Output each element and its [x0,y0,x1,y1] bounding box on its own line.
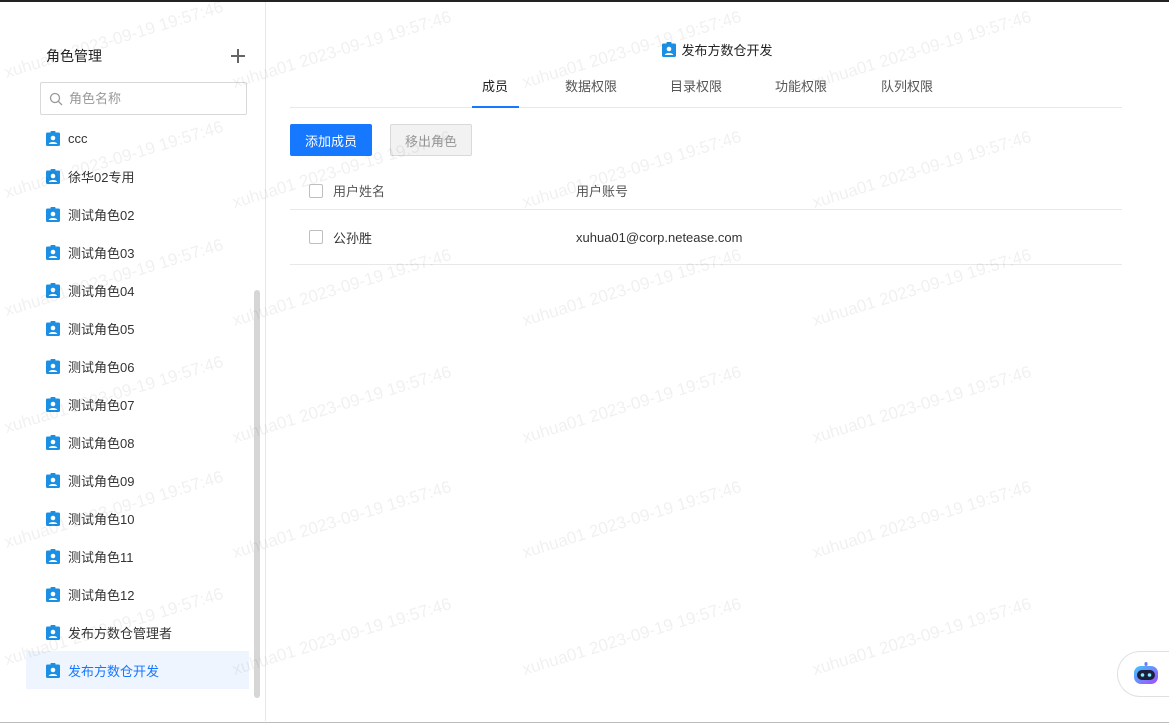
sidebar-item-label: 发布方数仓开发 [68,663,160,679]
sidebar-item-label: 测试角色09 [68,473,135,489]
active-tab-indicator [472,106,519,108]
tab-data-permission[interactable]: 数据权限 [565,76,617,108]
sidebar-item-role[interactable]: 测试角色04 [26,271,249,309]
sidebar-item-label: 测试角色11 [68,549,134,565]
sidebar-item-role[interactable]: 测试角色02 [26,195,249,233]
person-badge-icon [46,282,60,298]
robot-icon [1134,662,1158,684]
plus-icon[interactable] [230,48,246,64]
search-icon [49,92,63,105]
sidebar-item-role[interactable]: 测试角色03 [26,233,249,271]
sidebar-item-label: 测试角色03 [68,245,135,261]
tab-function-permission[interactable]: 功能权限 [775,76,827,108]
add-member-button[interactable]: 添加成员 [290,124,372,156]
sidebar-item-label: 测试角色07 [68,397,135,413]
sidebar-item-role[interactable]: 测试角色08 [26,423,249,461]
sidebar-item-role[interactable]: 测试角色05 [26,309,249,347]
role-search-box[interactable] [40,82,247,115]
sidebar-title: 角色管理 [46,48,102,64]
table-row: 公孙胜 xuhua01@corp.netease.com [290,210,1122,265]
user-name-cell: 公孙胜 [333,230,373,246]
column-header-user-account: 用户账号 [576,184,629,199]
person-badge-icon [46,548,60,564]
person-badge-icon [46,624,60,640]
person-badge-icon [46,168,60,184]
sidebar-item-role[interactable]: 测试角色12 [26,575,249,613]
main-panel: 发布方数仓开发 成员 数据权限 目录权限 功能权限 队列权限 添加成员 移出角色… [266,2,1169,721]
sidebar-item-role[interactable]: 测试角色06 [26,347,249,385]
tab-queue-permission[interactable]: 队列权限 [881,76,933,108]
sidebar-item-label: 徐华02专用 [68,169,135,185]
sidebar-item-role[interactable]: ccc [26,119,249,157]
user-account-cell: xuhua01@corp.netease.com [576,229,743,245]
person-badge-icon [46,206,60,222]
sidebar-item-role[interactable]: 测试角色11 [26,537,249,575]
assistant-button[interactable] [1117,651,1169,697]
sidebar-item-role[interactable]: 发布方数仓管理者 [26,613,249,651]
sidebar-item-role[interactable]: 测试角色09 [26,461,249,499]
sidebar-scrollbar[interactable] [254,290,260,698]
person-badge-icon [46,396,60,412]
tab-catalog-permission[interactable]: 目录权限 [670,76,722,108]
sidebar-item-label: 测试角色04 [68,283,135,299]
role-list: ccc 徐华02专用 测试角色02 测试角色03 测试角色04 测试角色05 测试角色06 测… [26,119,249,689]
sidebar-item-role[interactable]: 测试角色07 [26,385,249,423]
role-sidebar: 角色管理 ccc 徐华02专用测试角色02 测试角色03 测试角色04 测试角色05 测试… [0,2,266,721]
sidebar-item-label: 测试角色06 [68,359,135,375]
row-checkbox[interactable] [309,230,323,244]
sidebar-item-label: 测试角色12 [68,587,135,603]
sidebar-item-label: 测试角色02 [68,207,135,223]
select-all-checkbox[interactable] [309,183,323,198]
person-badge-icon [46,472,60,488]
permission-tabs: 成员 数据权限 目录权限 功能权限 队列权限 [290,76,1122,108]
sidebar-item-label: 测试角色10 [68,511,135,527]
sidebar-item-role[interactable]: 发布方数仓开发 [26,651,249,689]
person-badge-icon [46,510,60,526]
role-search-input[interactable] [69,91,229,106]
sidebar-item-role[interactable]: 测试角色10 [26,499,249,537]
person-badge-icon [46,320,60,336]
table-header: 用户姓名 用户账号 [290,172,1122,210]
person-badge-icon [46,130,60,146]
member-table: 用户姓名 用户账号 公孙胜 xuhua01@corp.netease.com [290,172,1122,265]
sidebar-header: 角色管理 [46,44,246,68]
role-heading: 发布方数仓开发 [266,40,1169,59]
tab-members[interactable]: 成员 [482,76,508,108]
person-badge-icon [46,244,60,260]
remove-role-button[interactable]: 移出角色 [390,124,472,156]
person-badge-icon [46,662,60,678]
sidebar-item-role[interactable]: 徐华02专用 [26,157,249,195]
person-badge-icon [662,42,677,57]
sidebar-item-label: 测试角色08 [68,435,135,451]
sidebar-item-label: ccc [68,130,88,146]
role-heading-title: 发布方数仓开发 [681,43,773,58]
sidebar-item-label: 发布方数仓管理者 [68,625,173,641]
person-badge-icon [46,586,60,602]
person-badge-icon [46,434,60,450]
person-badge-icon [46,358,60,374]
sidebar-item-label: 测试角色05 [68,321,135,337]
column-header-user-name: 用户姓名 [333,184,386,199]
